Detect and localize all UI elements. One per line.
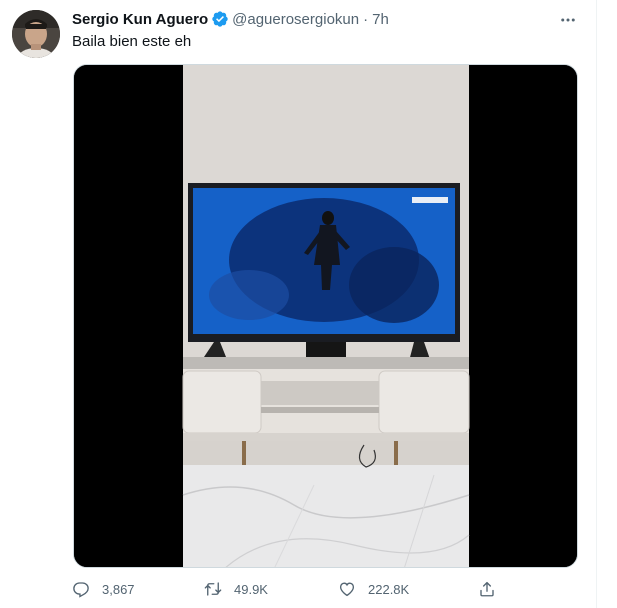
tweet-actions: 3,867 49.9K 222.8K	[72, 580, 502, 602]
verified-badge-icon	[211, 10, 229, 28]
retweet-button[interactable]: 49.9K	[204, 580, 268, 598]
tweet-header: Sergio Kun Aguero @aguerosergiokun · 7h	[72, 9, 389, 29]
like-icon	[339, 582, 355, 597]
video-frame	[74, 65, 577, 567]
tweet-video[interactable]	[73, 64, 578, 568]
retweet-count: 49.9K	[234, 581, 268, 597]
tweet-timestamp[interactable]: 7h	[372, 11, 389, 28]
tweet[interactable]: Sergio Kun Aguero @aguerosergiokun · 7h …	[0, 0, 596, 608]
tweet-text: Baila bien este eh	[72, 33, 192, 50]
avatar[interactable]	[12, 10, 60, 58]
reply-count: 3,867	[102, 581, 135, 597]
retweet-icon	[204, 582, 222, 596]
more-icon[interactable]	[556, 8, 580, 32]
reply-icon	[73, 582, 89, 598]
reply-button[interactable]: 3,867	[72, 580, 135, 598]
column-divider	[596, 0, 597, 608]
header-separator: ·	[363, 10, 369, 28]
author-name[interactable]: Sergio Kun Aguero	[72, 11, 208, 28]
share-icon	[480, 581, 494, 597]
like-count: 222.8K	[368, 581, 410, 597]
share-button[interactable]	[478, 580, 496, 598]
like-button[interactable]: 222.8K	[338, 580, 409, 598]
author-handle[interactable]: @aguerosergiokun	[232, 11, 359, 28]
